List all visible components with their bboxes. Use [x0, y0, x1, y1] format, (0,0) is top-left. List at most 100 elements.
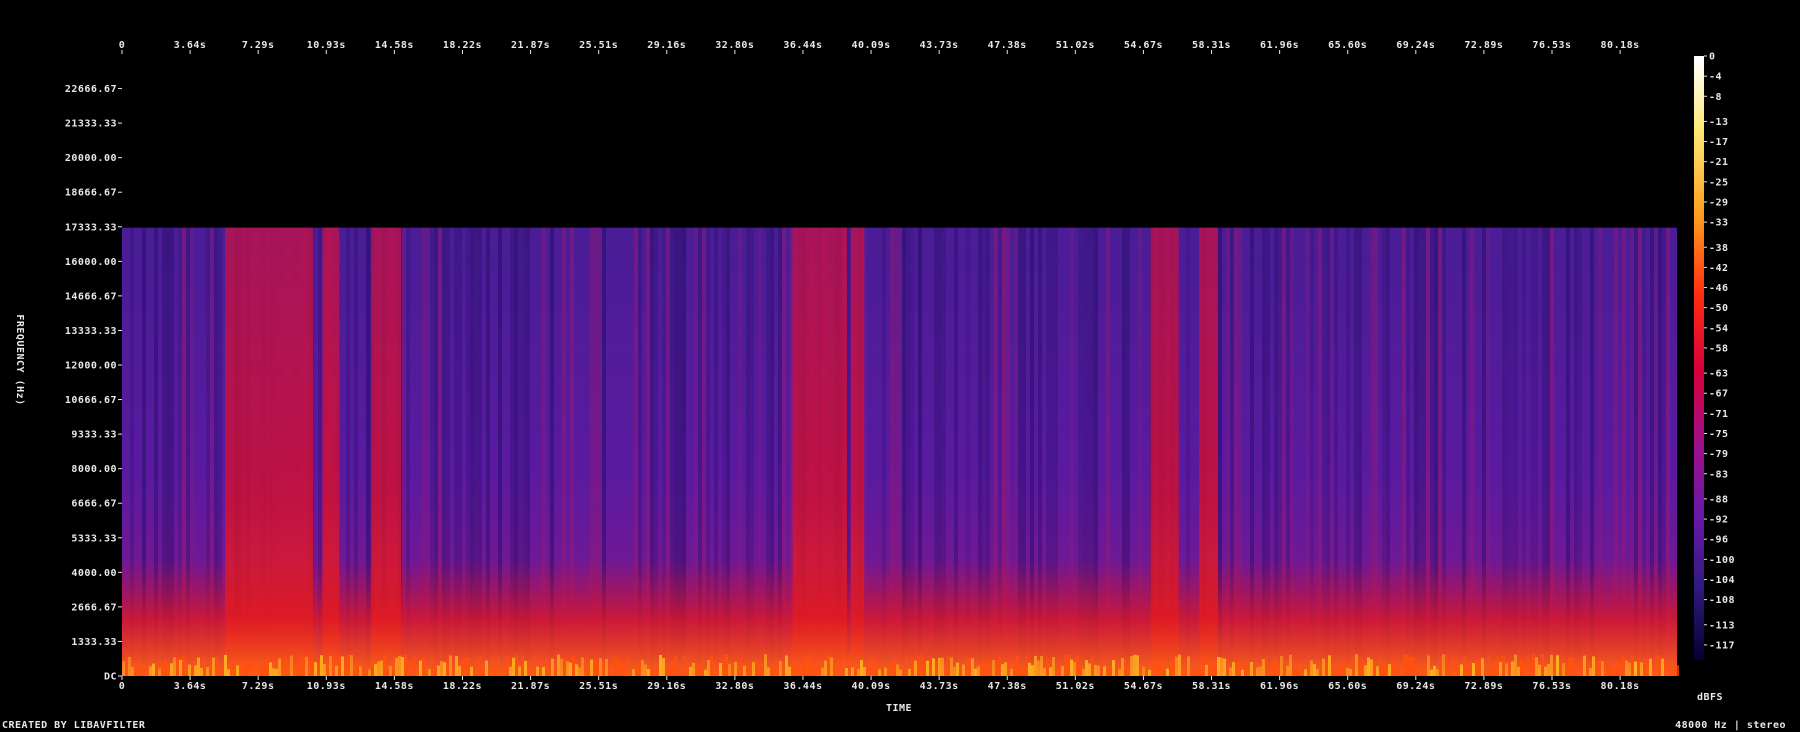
bass-cell — [278, 658, 281, 676]
bass-cell — [575, 664, 578, 676]
bass-cell — [887, 662, 890, 676]
bass-cell — [983, 660, 986, 676]
bass-cell — [290, 655, 293, 676]
color-tick-label: -29 — [1709, 197, 1729, 208]
bass-cell — [1241, 669, 1244, 676]
bass-cell — [272, 668, 275, 676]
color-tick-label: -117 — [1709, 640, 1735, 651]
bass-cell — [209, 658, 212, 676]
bass-cell — [1268, 663, 1271, 676]
y-tick-label: 20000.00 — [65, 153, 117, 164]
y-tick-label: 5333.33 — [71, 533, 117, 544]
bass-cell — [1178, 654, 1181, 676]
bass-cell — [521, 654, 524, 676]
bass-cell — [716, 662, 719, 676]
bass-cell — [1175, 656, 1178, 676]
bass-cell — [1640, 662, 1643, 676]
bass-cell — [1577, 666, 1580, 676]
bass-cell — [362, 666, 365, 676]
bass-cell — [1484, 669, 1487, 676]
bass-cell — [554, 668, 557, 676]
bass-cell — [791, 662, 794, 676]
x-tick-label-bottom: 0 — [119, 681, 126, 692]
x-tick-label-top: 40.09s — [851, 40, 890, 51]
bass-cell — [1181, 666, 1184, 676]
bass-cell — [1094, 664, 1097, 676]
bass-cell — [368, 669, 371, 676]
bass-cell — [350, 655, 353, 676]
bass-cell — [1442, 654, 1445, 676]
bass-cell — [860, 659, 863, 676]
bass-cell — [1670, 668, 1673, 676]
bass-cell — [1658, 655, 1661, 676]
bass-cell — [992, 660, 995, 676]
bass-cell — [644, 664, 647, 676]
bass-cell — [908, 668, 911, 676]
bass-cell — [1256, 667, 1259, 676]
bass-cell — [677, 667, 680, 676]
bass-cell — [674, 656, 677, 676]
bass-cell — [500, 667, 503, 676]
bass-cell — [1013, 664, 1016, 676]
bass-cell — [1031, 665, 1034, 676]
bass-cell — [914, 660, 917, 676]
bass-cell — [932, 658, 935, 676]
bass-cell — [1034, 655, 1037, 676]
bass-cell — [1385, 663, 1388, 676]
bass-cell — [419, 660, 422, 676]
bass-cell — [950, 657, 953, 676]
bass-cell — [959, 669, 962, 676]
bass-cell — [1418, 666, 1421, 676]
bass-cell — [1511, 661, 1514, 676]
bass-cell — [1664, 658, 1667, 676]
bass-cell — [749, 664, 752, 676]
color-tick-label: -96 — [1709, 535, 1729, 546]
bass-cell — [1217, 657, 1220, 676]
bass-cell — [1508, 662, 1511, 676]
bass-cell — [1523, 658, 1526, 676]
bass-cell — [1133, 654, 1136, 676]
bass-cell — [1439, 656, 1442, 676]
bass-cell — [221, 662, 224, 676]
bass-cell — [1493, 662, 1496, 676]
bass-cell — [866, 668, 869, 676]
color-tick-label: -46 — [1709, 283, 1729, 294]
bass-cell — [764, 654, 767, 676]
x-tick-label-top: 0 — [119, 40, 126, 51]
bass-cell — [1403, 654, 1406, 676]
bass-cell — [1247, 668, 1250, 676]
bass-cell — [929, 656, 932, 676]
bass-cell — [1157, 661, 1160, 676]
bass-cell — [182, 655, 185, 676]
color-tick-label: -54 — [1709, 323, 1729, 334]
bass-cell — [1604, 664, 1607, 676]
bass-cell — [1043, 668, 1046, 676]
bass-cell — [890, 662, 893, 676]
bass-cell — [341, 656, 344, 676]
bass-cell — [1649, 658, 1652, 676]
bass-cell — [1445, 655, 1448, 676]
bass-cell — [563, 657, 566, 676]
y-tick-label: 17333.33 — [65, 222, 117, 233]
x-tick-label-top: 29.16s — [647, 40, 686, 51]
bass-cell — [980, 660, 983, 676]
bass-cell — [731, 663, 734, 676]
bass-cell — [611, 656, 614, 676]
bass-cell — [149, 666, 152, 676]
bass-cell — [1559, 667, 1562, 676]
bass-cell — [239, 668, 242, 676]
x-axis-bottom: 0 3.64s 7.29s 10.93s 14.58s 18.22s 21.87s 25.51… — [119, 676, 1639, 692]
bass-cell — [1028, 662, 1031, 676]
bass-cell — [470, 666, 473, 676]
y-tick-label: 10666.67 — [65, 395, 117, 406]
bass-cell — [167, 667, 170, 676]
bass-cell — [1187, 656, 1190, 676]
bass-cell — [1409, 657, 1412, 676]
bass-cell — [263, 662, 266, 676]
bass-cell — [1412, 656, 1415, 676]
bass-cell — [1334, 669, 1337, 676]
bass-cell — [1304, 669, 1307, 676]
bass-cell — [1016, 656, 1019, 676]
bass-cell — [1619, 668, 1622, 676]
bass-cell — [683, 655, 686, 676]
